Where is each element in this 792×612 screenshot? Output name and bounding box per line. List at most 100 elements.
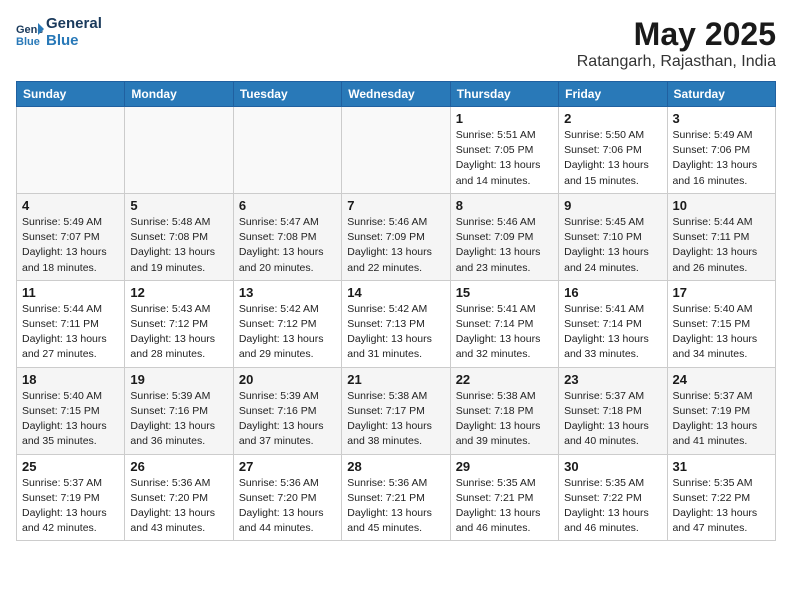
calendar-cell: 19Sunrise: 5:39 AMSunset: 7:16 PMDayligh… (125, 367, 233, 454)
day-info: Sunrise: 5:46 AMSunset: 7:09 PMDaylight:… (456, 215, 553, 276)
calendar-cell: 12Sunrise: 5:43 AMSunset: 7:12 PMDayligh… (125, 280, 233, 367)
day-number: 10 (673, 198, 770, 213)
day-info: Sunrise: 5:36 AMSunset: 7:21 PMDaylight:… (347, 476, 444, 537)
calendar-week-row: 11 Sunrise: 5:44 AMSunset: 7:11 PMDayligh… (17, 280, 776, 367)
weekday-header: Tuesday (233, 82, 341, 107)
calendar-cell: 2 Sunrise: 5:50 AMSunset: 7:06 PMDaylight… (559, 107, 667, 194)
calendar-cell: 24 Sunrise: 5:37 AMSunset: 7:19 PMDayligh… (667, 367, 775, 454)
calendar-cell: 21 Sunrise: 5:38 AMSunset: 7:17 PMDayligh… (342, 367, 450, 454)
day-info: Sunrise: 5:38 AMSunset: 7:17 PMDaylight:… (347, 389, 444, 450)
day-number: 23 (564, 372, 661, 387)
title-section: May 2025 Ratangarh, Rajasthan, India (577, 16, 776, 71)
day-number: 2 (564, 111, 661, 126)
day-number: 29 (456, 459, 553, 474)
day-info: Sunrise: 5:35 AMSunset: 7:22 PMDaylight:… (673, 476, 770, 537)
calendar-cell: 11 Sunrise: 5:44 AMSunset: 7:11 PMDayligh… (17, 280, 125, 367)
day-info: Sunrise: 5:41 AMSunset: 7:14 PMDaylight:… (456, 302, 553, 363)
day-number: 24 (673, 372, 770, 387)
weekday-header: Saturday (667, 82, 775, 107)
calendar-cell (125, 107, 233, 194)
location-subtitle: Ratangarh, Rajasthan, India (577, 53, 776, 71)
day-number: 28 (347, 459, 444, 474)
day-info: Sunrise: 5:36 AMSunset: 7:20 PMDaylight:… (239, 476, 336, 537)
weekday-header: Friday (559, 82, 667, 107)
day-number: 17 (673, 285, 770, 300)
calendar-body: 1 Sunrise: 5:51 AMSunset: 7:05 PMDaylight… (17, 107, 776, 541)
day-number: 14 (347, 285, 444, 300)
calendar-cell: 29Sunrise: 5:35 AMSunset: 7:21 PMDayligh… (450, 454, 558, 541)
day-info: Sunrise: 5:51 AMSunset: 7:05 PMDaylight:… (456, 128, 553, 189)
calendar-cell: 5Sunrise: 5:48 AMSunset: 7:08 PMDaylight… (125, 193, 233, 280)
day-number: 22 (456, 372, 553, 387)
day-number: 21 (347, 372, 444, 387)
day-number: 15 (456, 285, 553, 300)
calendar-cell: 17 Sunrise: 5:40 AMSunset: 7:15 PMDayligh… (667, 280, 775, 367)
day-info: Sunrise: 5:44 AMSunset: 7:11 PMDaylight:… (673, 215, 770, 276)
calendar-cell: 27 Sunrise: 5:36 AMSunset: 7:20 PMDayligh… (233, 454, 341, 541)
header-row: SundayMondayTuesdayWednesdayThursdayFrid… (17, 82, 776, 107)
day-info: Sunrise: 5:38 AMSunset: 7:18 PMDaylight:… (456, 389, 553, 450)
calendar-header: SundayMondayTuesdayWednesdayThursdayFrid… (17, 82, 776, 107)
weekday-header: Monday (125, 82, 233, 107)
logo-line2: Blue (46, 33, 102, 50)
day-number: 26 (130, 459, 227, 474)
calendar-week-row: 1 Sunrise: 5:51 AMSunset: 7:05 PMDaylight… (17, 107, 776, 194)
day-info: Sunrise: 5:37 AMSunset: 7:18 PMDaylight:… (564, 389, 661, 450)
calendar-cell: 16Sunrise: 5:41 AMSunset: 7:14 PMDayligh… (559, 280, 667, 367)
calendar-cell: 14 Sunrise: 5:42 AMSunset: 7:13 PMDayligh… (342, 280, 450, 367)
day-info: Sunrise: 5:39 AMSunset: 7:16 PMDaylight:… (239, 389, 336, 450)
day-number: 30 (564, 459, 661, 474)
day-info: Sunrise: 5:50 AMSunset: 7:06 PMDaylight:… (564, 128, 661, 189)
day-number: 11 (22, 285, 119, 300)
day-info: Sunrise: 5:40 AMSunset: 7:15 PMDaylight:… (22, 389, 119, 450)
calendar-cell: 9Sunrise: 5:45 AMSunset: 7:10 PMDaylight… (559, 193, 667, 280)
weekday-header: Wednesday (342, 82, 450, 107)
day-info: Sunrise: 5:48 AMSunset: 7:08 PMDaylight:… (130, 215, 227, 276)
calendar-week-row: 25Sunrise: 5:37 AMSunset: 7:19 PMDayligh… (17, 454, 776, 541)
calendar-cell: 18 Sunrise: 5:40 AMSunset: 7:15 PMDayligh… (17, 367, 125, 454)
day-number: 31 (673, 459, 770, 474)
calendar-cell: 26 Sunrise: 5:36 AMSunset: 7:20 PMDayligh… (125, 454, 233, 541)
day-info: Sunrise: 5:36 AMSunset: 7:20 PMDaylight:… (130, 476, 227, 537)
day-info: Sunrise: 5:45 AMSunset: 7:10 PMDaylight:… (564, 215, 661, 276)
calendar-cell: 23 Sunrise: 5:37 AMSunset: 7:18 PMDayligh… (559, 367, 667, 454)
day-info: Sunrise: 5:42 AMSunset: 7:13 PMDaylight:… (347, 302, 444, 363)
weekday-header: Sunday (17, 82, 125, 107)
svg-text:Blue: Blue (16, 36, 40, 47)
logo-line1: General (46, 16, 102, 33)
day-number: 27 (239, 459, 336, 474)
calendar-cell: 20Sunrise: 5:39 AMSunset: 7:16 PMDayligh… (233, 367, 341, 454)
day-info: Sunrise: 5:44 AMSunset: 7:11 PMDaylight:… (22, 302, 119, 363)
logo: General Blue General Blue (16, 16, 102, 49)
day-number: 13 (239, 285, 336, 300)
day-number: 19 (130, 372, 227, 387)
day-number: 25 (22, 459, 119, 474)
day-info: Sunrise: 5:49 AMSunset: 7:06 PMDaylight:… (673, 128, 770, 189)
month-title: May 2025 (577, 16, 776, 53)
calendar-cell: 28 Sunrise: 5:36 AMSunset: 7:21 PMDayligh… (342, 454, 450, 541)
calendar-week-row: 4Sunrise: 5:49 AMSunset: 7:07 PMDaylight… (17, 193, 776, 280)
calendar-cell: 4Sunrise: 5:49 AMSunset: 7:07 PMDaylight… (17, 193, 125, 280)
day-info: Sunrise: 5:41 AMSunset: 7:14 PMDaylight:… (564, 302, 661, 363)
calendar-cell: 31 Sunrise: 5:35 AMSunset: 7:22 PMDayligh… (667, 454, 775, 541)
day-number: 3 (673, 111, 770, 126)
day-number: 12 (130, 285, 227, 300)
day-number: 18 (22, 372, 119, 387)
calendar-cell: 7 Sunrise: 5:46 AMSunset: 7:09 PMDaylight… (342, 193, 450, 280)
day-info: Sunrise: 5:47 AMSunset: 7:08 PMDaylight:… (239, 215, 336, 276)
day-number: 1 (456, 111, 553, 126)
day-number: 4 (22, 198, 119, 213)
calendar-cell (342, 107, 450, 194)
day-number: 7 (347, 198, 444, 213)
calendar-week-row: 18 Sunrise: 5:40 AMSunset: 7:15 PMDayligh… (17, 367, 776, 454)
day-info: Sunrise: 5:37 AMSunset: 7:19 PMDaylight:… (673, 389, 770, 450)
calendar-cell: 6Sunrise: 5:47 AMSunset: 7:08 PMDaylight… (233, 193, 341, 280)
day-info: Sunrise: 5:40 AMSunset: 7:15 PMDaylight:… (673, 302, 770, 363)
calendar-cell: 8Sunrise: 5:46 AMSunset: 7:09 PMDaylight… (450, 193, 558, 280)
day-info: Sunrise: 5:46 AMSunset: 7:09 PMDaylight:… (347, 215, 444, 276)
calendar-cell: 15 Sunrise: 5:41 AMSunset: 7:14 PMDayligh… (450, 280, 558, 367)
weekday-header: Thursday (450, 82, 558, 107)
page-header: General Blue General Blue May 2025 Ratan… (16, 16, 776, 71)
day-info: Sunrise: 5:42 AMSunset: 7:12 PMDaylight:… (239, 302, 336, 363)
calendar-cell (17, 107, 125, 194)
